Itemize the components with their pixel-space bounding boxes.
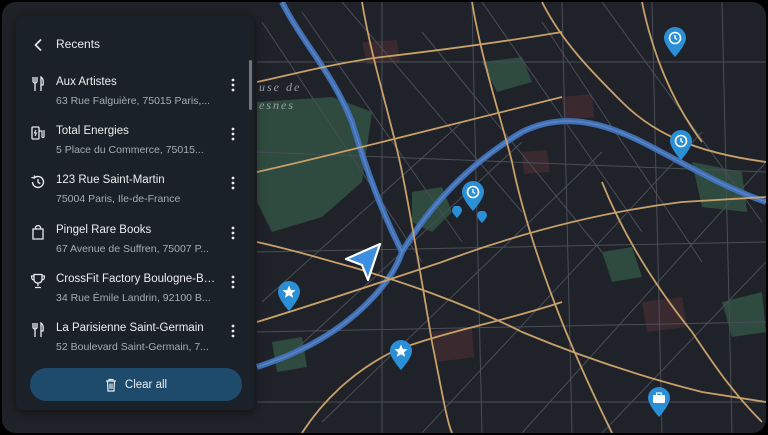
work-marker[interactable] [646,386,672,423]
star-marker[interactable] [388,339,414,376]
more-vertical-icon [231,176,235,190]
more-options-button[interactable] [225,322,241,340]
small-pin[interactable] [477,210,487,229]
map-label-1: use de [259,80,302,94]
more-vertical-icon [231,275,235,289]
clear-all-label: Clear all [124,378,168,391]
back-button[interactable] [28,34,50,56]
history-icon [664,27,686,57]
chevron-left-icon [34,38,42,52]
shopping-bag-icon [30,224,46,240]
history-icon [462,181,484,211]
list-item[interactable]: Total Energies 5 Place du Commerce, 7501… [16,117,254,166]
screen: use de esnes Recents Aux Artistes 63 Rue… [2,2,766,433]
item-subtitle: 75004 Paris, Ile-de-France [56,193,181,206]
history-marker[interactable] [668,129,694,166]
history-icon [670,130,692,160]
panel-header: Recents [16,16,254,72]
restaurant-icon [30,76,46,92]
more-options-button[interactable] [225,76,241,94]
item-title: Pingel Rare Books [56,223,152,236]
more-options-button[interactable] [225,125,241,143]
more-vertical-icon [231,78,235,92]
trash-icon [105,378,116,392]
history-marker[interactable] [662,26,688,63]
item-subtitle: 52 Boulevard Saint-Germain, 7... [56,340,209,353]
more-vertical-icon [231,226,235,239]
recents-panel: Recents Aux Artistes 63 Rue Falguière, 7… [16,16,254,410]
pin-icon [477,210,487,223]
more-options-button[interactable] [225,174,241,192]
more-vertical-icon [231,127,235,141]
item-title: CrossFit Factory Boulogne-Bill... [56,272,216,285]
more-vertical-icon [231,324,235,338]
item-title: Total Energies [56,125,129,138]
item-subtitle: 67 Avenue de Suffren, 75007 P... [56,242,209,255]
more-options-button[interactable] [225,224,241,242]
star-icon [390,340,412,370]
list-item[interactable]: Pingel Rare Books 67 Avenue de Suffren, … [16,216,254,265]
item-title: 123 Rue Saint-Martin [56,174,165,187]
item-title: La Parisienne Saint-Germain [56,321,204,334]
small-pin[interactable] [452,205,462,224]
list-item[interactable]: Aux Artistes 63 Rue Falguière, 75015 Par… [16,68,254,117]
map-label-2: esnes [259,98,295,112]
star-icon [278,281,300,311]
trophy-icon [30,273,46,289]
item-title: Aux Artistes [56,76,117,88]
navigation-arrow-icon [344,242,382,282]
item-subtitle: 5 Place du Commerce, 75015... [56,144,204,157]
item-subtitle: 63 Rue Falguière, 75015 Paris,... [56,95,211,107]
pin-icon [452,205,462,218]
history-icon [30,174,46,190]
list-item[interactable]: La Parisienne Saint-Germain 52 Boulevard… [16,314,254,363]
restaurant-icon [30,321,46,338]
list-item[interactable]: 123 Rue Saint-Martin 75004 Paris, Ile-de… [16,166,254,215]
more-options-button[interactable] [225,273,241,291]
panel-title: Recents [56,37,101,51]
recents-list: Aux Artistes 63 Rue Falguière, 75015 Par… [16,68,254,363]
clear-all-button[interactable]: Clear all [30,368,242,401]
current-location-arrow [342,240,384,287]
star-marker[interactable] [276,280,302,317]
ev-station-icon [30,125,46,141]
list-item[interactable]: CrossFit Factory Boulogne-Bill... 34 Rue… [16,265,254,314]
item-subtitle: 34 Rue Émile Landrin, 92100 B... [56,291,211,304]
briefcase-icon [648,387,670,417]
